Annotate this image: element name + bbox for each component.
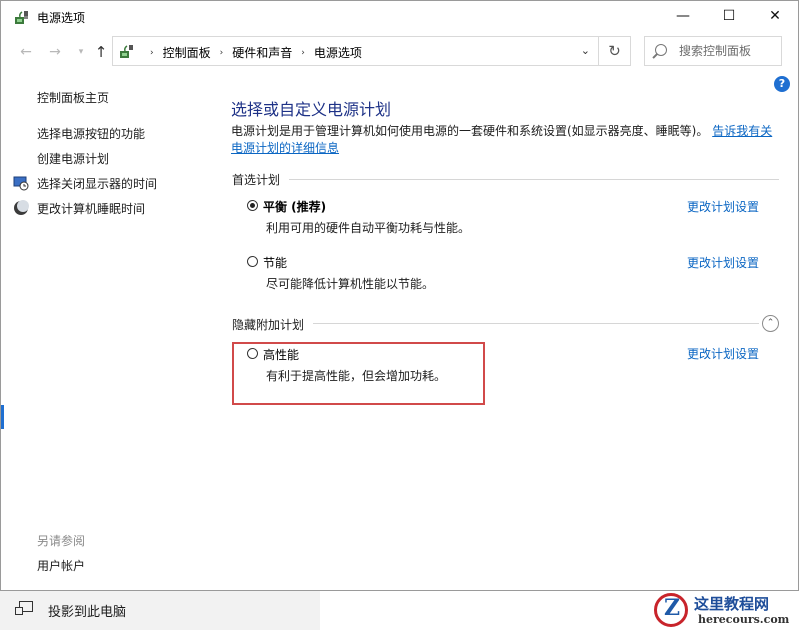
section-divider: [313, 323, 759, 324]
search-icon: [655, 44, 667, 56]
refresh-button[interactable]: ↻: [599, 36, 631, 66]
watermark-title: 这里教程网: [694, 595, 770, 613]
breadcrumb-control-panel[interactable]: 控制面板: [163, 44, 211, 61]
breadcrumb-separator-icon: ›: [301, 47, 305, 58]
see-also-heading: 另请参阅: [37, 534, 86, 548]
sidebar-item-display-off-time[interactable]: 选择关闭显示器的时间: [37, 175, 157, 192]
highlight-box: [232, 342, 485, 405]
preferred-plans-heading: 首选计划: [232, 173, 281, 187]
breadcrumb-hardware-sound[interactable]: 硬件和声音: [232, 44, 292, 61]
plan-description: 利用可用的硬件自动平衡功耗与性能。: [266, 221, 471, 235]
plan-name: 平衡 (推荐): [263, 200, 327, 214]
change-plan-settings-high-performance[interactable]: 更改计划设置: [687, 345, 759, 362]
help-icon[interactable]: ?: [774, 76, 790, 92]
sidebar-item-power-button[interactable]: 选择电源按钮的功能: [37, 125, 145, 142]
navigation-bar: ← → ▾ ↑ › 控制面板 › 硬件和声音 › 电源选项 ⌄ ↻: [1, 34, 798, 70]
watermark: Z 这里教程网 herecours.com: [650, 591, 799, 630]
recent-locations-chevron-icon[interactable]: ▾: [71, 42, 91, 62]
description-text: 电源计划是用于管理计算机如何使用电源的一套硬件和系统设置(如显示器亮度、睡眠等)…: [231, 124, 709, 138]
page-description: 电源计划是用于管理计算机如何使用电源的一套硬件和系统设置(如显示器亮度、睡眠等)…: [231, 123, 781, 157]
control-panel-icon: [120, 45, 133, 58]
maximize-button[interactable]: ☐: [706, 1, 752, 31]
monitor-clock-icon: [13, 176, 29, 191]
sidebar-item-create-plan[interactable]: 创建电源计划: [37, 150, 109, 167]
power-options-window: 电源选项 — ☐ ✕ ← → ▾ ↑ › 控制面板 › 硬件和声音 › 电源选项…: [0, 0, 799, 591]
breadcrumb: › 控制面板 › 硬件和声音 › 电源选项: [141, 44, 362, 61]
change-plan-settings-balanced[interactable]: 更改计划设置: [687, 198, 759, 215]
watermark-url: herecours.com: [698, 613, 790, 626]
up-arrow-icon[interactable]: ↑: [91, 42, 111, 62]
search-input[interactable]: [679, 42, 777, 60]
project-to-this-pc-label[interactable]: 投影到此电脑: [48, 601, 126, 620]
hidden-plans-heading[interactable]: 隐藏附加计划: [232, 316, 304, 333]
project-screen-icon: [15, 601, 33, 615]
sidebar-item-sleep-time[interactable]: 更改计算机睡眠时间: [37, 200, 145, 217]
page-title: 选择或自定义电源计划: [231, 100, 392, 119]
user-accounts-link[interactable]: 用户帐户: [37, 557, 85, 574]
left-edge-indicator: [1, 405, 4, 429]
minimize-button[interactable]: —: [660, 1, 706, 31]
sidebar-item-control-panel-home[interactable]: 控制面板主页: [37, 89, 109, 106]
address-bar[interactable]: › 控制面板 › 硬件和声音 › 电源选项 ⌄: [112, 36, 599, 66]
background-settings-area: 投影到此电脑: [0, 591, 320, 630]
power-saver-radio[interactable]: [247, 256, 258, 267]
change-plan-settings-power-saver[interactable]: 更改计划设置: [687, 254, 759, 271]
balanced-radio[interactable]: [247, 200, 258, 211]
moon-icon: [14, 200, 29, 215]
collapse-chevron-icon[interactable]: ⌃: [762, 315, 779, 332]
breadcrumb-separator-icon: ›: [150, 47, 154, 58]
watermark-letter: Z: [664, 595, 681, 621]
address-dropdown-icon[interactable]: ⌄: [581, 44, 590, 57]
forward-arrow-icon[interactable]: →: [45, 42, 65, 62]
back-arrow-icon[interactable]: ←: [16, 42, 36, 62]
plan-name: 节能: [263, 256, 288, 270]
title-bar: 电源选项 — ☐ ✕: [1, 1, 798, 32]
window-title: 电源选项: [37, 11, 86, 25]
breadcrumb-separator-icon: ›: [219, 47, 224, 58]
plan-description: 尽可能降低计算机性能以节能。: [266, 277, 435, 291]
section-divider: [289, 179, 779, 180]
close-button[interactable]: ✕: [752, 1, 798, 31]
search-box[interactable]: [644, 36, 782, 66]
power-options-icon: [15, 11, 28, 24]
breadcrumb-power-options[interactable]: 电源选项: [314, 44, 362, 61]
